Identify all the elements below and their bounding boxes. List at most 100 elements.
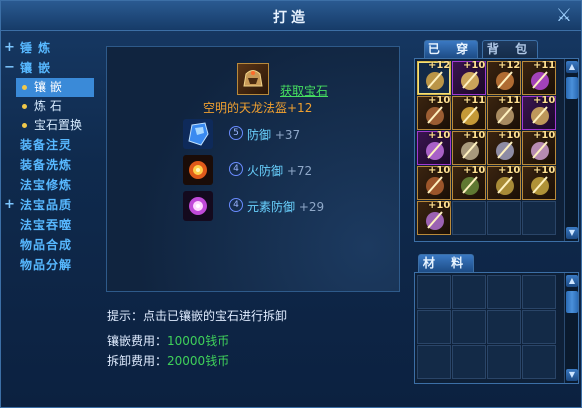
material-slot[interactable] [487, 275, 521, 309]
nav-label: 法宝吞噬 [20, 218, 73, 232]
element-gem-icon[interactable] [183, 191, 213, 221]
inventory-slot[interactable]: +10 [417, 165, 451, 200]
material-slot[interactable] [452, 275, 486, 309]
material-slot[interactable] [522, 275, 556, 309]
tab-materials[interactable]: 材 料 [418, 254, 474, 272]
nav-sub-inlay[interactable]: 镶 嵌 [16, 78, 94, 97]
nav-item-decompose[interactable]: 物品分解 [0, 255, 98, 275]
fire-gem-icon[interactable] [183, 155, 213, 185]
enhance-level: +10 [428, 165, 451, 176]
enhance-level: +10 [498, 165, 521, 176]
inventory-slot[interactable]: +11 [487, 95, 521, 130]
scroll-up-icon[interactable]: ▲ [566, 275, 578, 287]
scroll-thumb[interactable] [566, 291, 578, 313]
scroll-up-icon[interactable]: ▲ [566, 61, 578, 73]
enhance-level: +11 [533, 60, 556, 71]
nav-label: 装备洗炼 [20, 158, 73, 172]
scroll-down-icon[interactable]: ▼ [566, 227, 578, 239]
inventory-scrollbar[interactable]: ▲ ▼ [564, 59, 578, 241]
gem-attribute: 火防御 +72 [247, 162, 312, 179]
nav-sub-refine-stone[interactable]: 炼 石 [0, 97, 98, 116]
inventory-slot[interactable]: +10 [417, 200, 451, 235]
expand-icon[interactable]: + [4, 38, 16, 58]
nav-label: 法宝品质 [20, 198, 73, 212]
material-slot[interactable] [417, 310, 451, 344]
window-title: 打造 [273, 10, 309, 26]
inventory-slot[interactable]: +10 [417, 130, 451, 165]
inventory-grid: +12 +10 +12 +11 +10 +11 +11 +10 +10 +10 +10 +10 +10 +… [414, 58, 579, 242]
inventory-slot[interactable]: +11 [452, 95, 486, 130]
inventory-slot[interactable]: +10 [452, 130, 486, 165]
gem-level-badge: 4 [229, 198, 243, 212]
item-name: 空明的天龙法盔+12 [203, 101, 313, 115]
scroll-thumb[interactable] [566, 77, 578, 99]
nav-item-artifact-quality[interactable]: + 法宝品质 [0, 195, 98, 215]
nav-label: 镶 嵌 [20, 61, 52, 75]
nav-label: 物品合成 [20, 238, 73, 252]
bullet-icon [22, 104, 27, 109]
enhance-level: +11 [463, 95, 486, 106]
nav-item-tempering[interactable]: + 锤 炼 [0, 38, 98, 58]
nav-item-reforge[interactable]: 装备洗炼 [0, 155, 98, 175]
inventory-slot[interactable]: +10 [452, 165, 486, 200]
inventory-slot[interactable]: +12 [487, 60, 521, 95]
nav-label: 法宝修炼 [20, 178, 73, 192]
inventory-slot[interactable]: +10 [487, 130, 521, 165]
inlay-cost-label: 镶嵌费用： [107, 334, 168, 348]
nav-item-artifact-cultivate[interactable]: 法宝修炼 [0, 175, 98, 195]
nav-item-spirit-infusion[interactable]: 装备注灵 [0, 135, 98, 155]
enhance-level: +10 [463, 130, 486, 141]
nav-label: 宝石置换 [34, 118, 83, 132]
tab-equipped[interactable]: 已 穿 [424, 40, 478, 58]
inventory-slot[interactable]: +10 [522, 130, 556, 165]
material-slot[interactable] [452, 310, 486, 344]
enhance-level: +10 [428, 95, 451, 106]
helmet-slot[interactable] [237, 63, 269, 95]
material-slot[interactable] [487, 345, 521, 379]
inventory-slot[interactable]: +10 [522, 165, 556, 200]
enhance-level: +10 [463, 165, 486, 176]
enhance-level: +10 [533, 95, 556, 106]
material-slot[interactable] [522, 310, 556, 344]
material-slot[interactable] [452, 345, 486, 379]
material-slot[interactable] [417, 345, 451, 379]
nav-label: 物品分解 [20, 258, 73, 272]
inventory-slot[interactable]: +11 [522, 60, 556, 95]
inventory-slot[interactable]: +10 [452, 60, 486, 95]
nav-label: 炼 石 [34, 99, 62, 113]
nav-item-synthesis[interactable]: 物品合成 [0, 235, 98, 255]
enhance-level: +12 [428, 60, 451, 71]
close-icon[interactable]: ⚔ [553, 5, 575, 27]
enhance-level: +10 [428, 130, 451, 141]
material-slot[interactable] [522, 345, 556, 379]
collapse-icon[interactable]: − [4, 58, 16, 78]
gem-attr-name: 防御 [247, 128, 272, 142]
title-bar[interactable]: 打造 ⚔ [1, 1, 581, 31]
inventory-slot[interactable] [452, 201, 486, 235]
material-slot[interactable] [417, 275, 451, 309]
inventory-slot[interactable] [522, 201, 556, 235]
gem-attribute: 防御 +37 [247, 126, 300, 143]
bullet-icon [22, 123, 27, 128]
materials-scrollbar[interactable]: ▲ ▼ [564, 273, 578, 383]
inventory-slot[interactable] [487, 201, 521, 235]
nav-sub-gem-swap[interactable]: 宝石置换 [0, 116, 98, 135]
material-slot[interactable] [487, 310, 521, 344]
inventory-slot[interactable]: +12 [417, 60, 451, 95]
tab-bag[interactable]: 背 包 [482, 40, 538, 58]
inventory-slot[interactable]: +10 [522, 95, 556, 130]
gem-level-badge: 4 [229, 162, 243, 176]
nav-label: 镶 嵌 [34, 80, 62, 94]
inlay-cost: 镶嵌费用：10000钱币 [107, 332, 229, 349]
expand-icon[interactable]: + [4, 195, 16, 215]
inventory-slot[interactable]: +10 [487, 165, 521, 200]
remove-cost-label: 拆卸费用： [107, 354, 168, 368]
scroll-down-icon[interactable]: ▼ [566, 369, 578, 381]
get-gem-link[interactable]: 获取宝石 [280, 82, 328, 99]
inventory-slot[interactable]: +10 [417, 95, 451, 130]
gem-attr-value: +37 [274, 128, 301, 142]
nav-label: 装备注灵 [20, 138, 73, 152]
blue-gem-icon[interactable] [183, 119, 213, 149]
nav-item-inlay[interactable]: − 镶 嵌 [0, 58, 98, 78]
nav-item-artifact-devour[interactable]: 法宝吞噬 [0, 215, 98, 235]
